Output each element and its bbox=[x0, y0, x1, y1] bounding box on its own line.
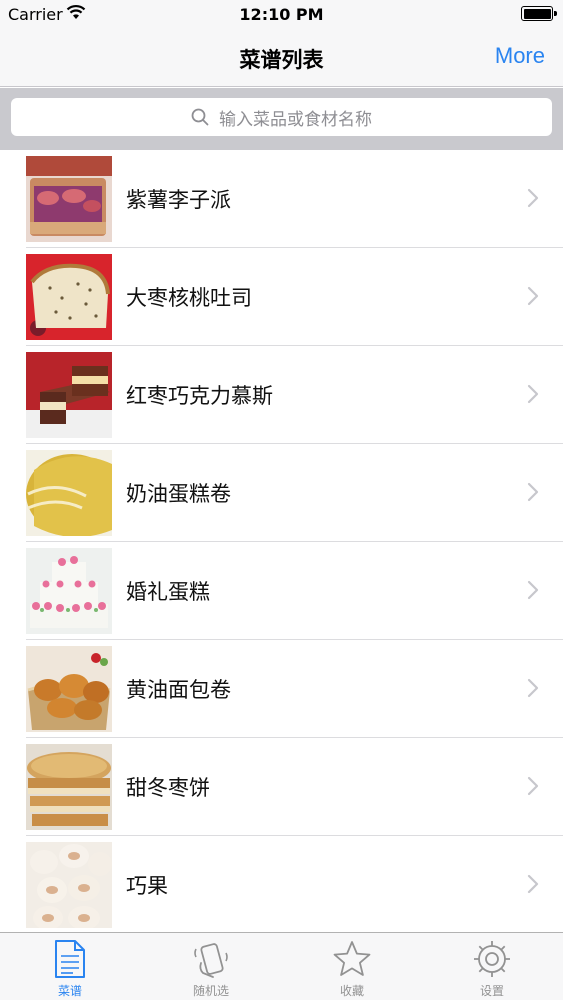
gear-icon bbox=[474, 941, 510, 977]
app-screen: Carrier 12:10 PM 菜谱列表 More 输入菜品或食材名称 紫薯李… bbox=[0, 0, 563, 1000]
tab-label: 收藏 bbox=[339, 984, 364, 998]
recipe-row[interactable]: 黄油面包卷 bbox=[26, 640, 563, 738]
page-title: 菜谱列表 bbox=[239, 48, 324, 72]
recipe-name: 奶油蛋糕卷 bbox=[126, 482, 231, 506]
chevron-right-icon bbox=[527, 188, 539, 208]
tab-label: 菜谱 bbox=[57, 984, 82, 998]
status-time: 12:10 PM bbox=[239, 5, 324, 24]
recipe-row[interactable]: 红枣巧克力慕斯 bbox=[26, 346, 563, 444]
chevron-right-icon bbox=[527, 874, 539, 894]
recipe-row[interactable]: 婚礼蛋糕 bbox=[26, 542, 563, 640]
more-button[interactable]: More bbox=[495, 43, 545, 69]
recipe-name: 紫薯李子派 bbox=[126, 188, 231, 212]
tab-settings[interactable]: 设置 bbox=[422, 933, 562, 1000]
search-placeholder: 输入菜品或食材名称 bbox=[219, 109, 372, 130]
recipe-thumbnail bbox=[26, 548, 112, 634]
tab-bar: 菜谱 随机选 收藏 设置 bbox=[0, 932, 563, 1000]
navigation-bar: 菜谱列表 More bbox=[0, 30, 563, 87]
shake-phone-icon bbox=[194, 943, 228, 978]
recipe-name: 甜冬枣饼 bbox=[126, 776, 210, 800]
chevron-right-icon bbox=[527, 482, 539, 502]
recipe-name: 巧果 bbox=[126, 874, 168, 898]
tab-label: 随机选 bbox=[192, 984, 229, 998]
battery-icon bbox=[521, 6, 557, 21]
tab-favorites[interactable]: 收藏 bbox=[282, 933, 422, 1000]
top-bar: Carrier 12:10 PM 菜谱列表 More bbox=[0, 0, 563, 87]
recipe-thumbnail bbox=[26, 646, 112, 732]
recipe-name: 红枣巧克力慕斯 bbox=[126, 384, 273, 408]
recipe-thumbnail bbox=[26, 156, 112, 242]
recipe-thumbnail bbox=[26, 254, 112, 340]
document-icon bbox=[55, 940, 85, 978]
recipe-thumbnail bbox=[26, 450, 112, 536]
recipe-name: 婚礼蛋糕 bbox=[126, 580, 210, 604]
recipe-row[interactable]: 大枣核桃吐司 bbox=[26, 248, 563, 346]
recipe-row[interactable]: 甜冬枣饼 bbox=[26, 738, 563, 836]
recipe-row[interactable]: 巧果 bbox=[26, 836, 563, 934]
chevron-right-icon bbox=[527, 678, 539, 698]
star-icon bbox=[333, 941, 371, 976]
recipe-list: 紫薯李子派 大枣核桃吐司 红枣巧克力慕斯 奶油蛋糕卷 婚礼蛋糕 黄油面包卷 甜冬… bbox=[0, 150, 563, 934]
recipe-row[interactable]: 紫薯李子派 bbox=[26, 150, 563, 248]
chevron-right-icon bbox=[527, 776, 539, 796]
recipe-name: 黄油面包卷 bbox=[126, 678, 231, 702]
tab-recipes[interactable]: 菜谱 bbox=[0, 933, 140, 1000]
search-icon bbox=[191, 108, 209, 126]
status-bar: Carrier 12:10 PM bbox=[0, 0, 563, 30]
chevron-right-icon bbox=[527, 286, 539, 306]
chevron-right-icon bbox=[527, 580, 539, 600]
search-bar: 输入菜品或食材名称 bbox=[0, 88, 563, 150]
recipe-thumbnail bbox=[26, 352, 112, 438]
tab-label: 设置 bbox=[479, 984, 504, 998]
search-input[interactable]: 输入菜品或食材名称 bbox=[11, 98, 552, 136]
recipe-name: 大枣核桃吐司 bbox=[126, 286, 252, 310]
chevron-right-icon bbox=[527, 384, 539, 404]
recipe-row[interactable]: 奶油蛋糕卷 bbox=[26, 444, 563, 542]
recipe-thumbnail bbox=[26, 744, 112, 830]
recipe-thumbnail bbox=[26, 842, 112, 928]
tab-random[interactable]: 随机选 bbox=[141, 933, 281, 1000]
